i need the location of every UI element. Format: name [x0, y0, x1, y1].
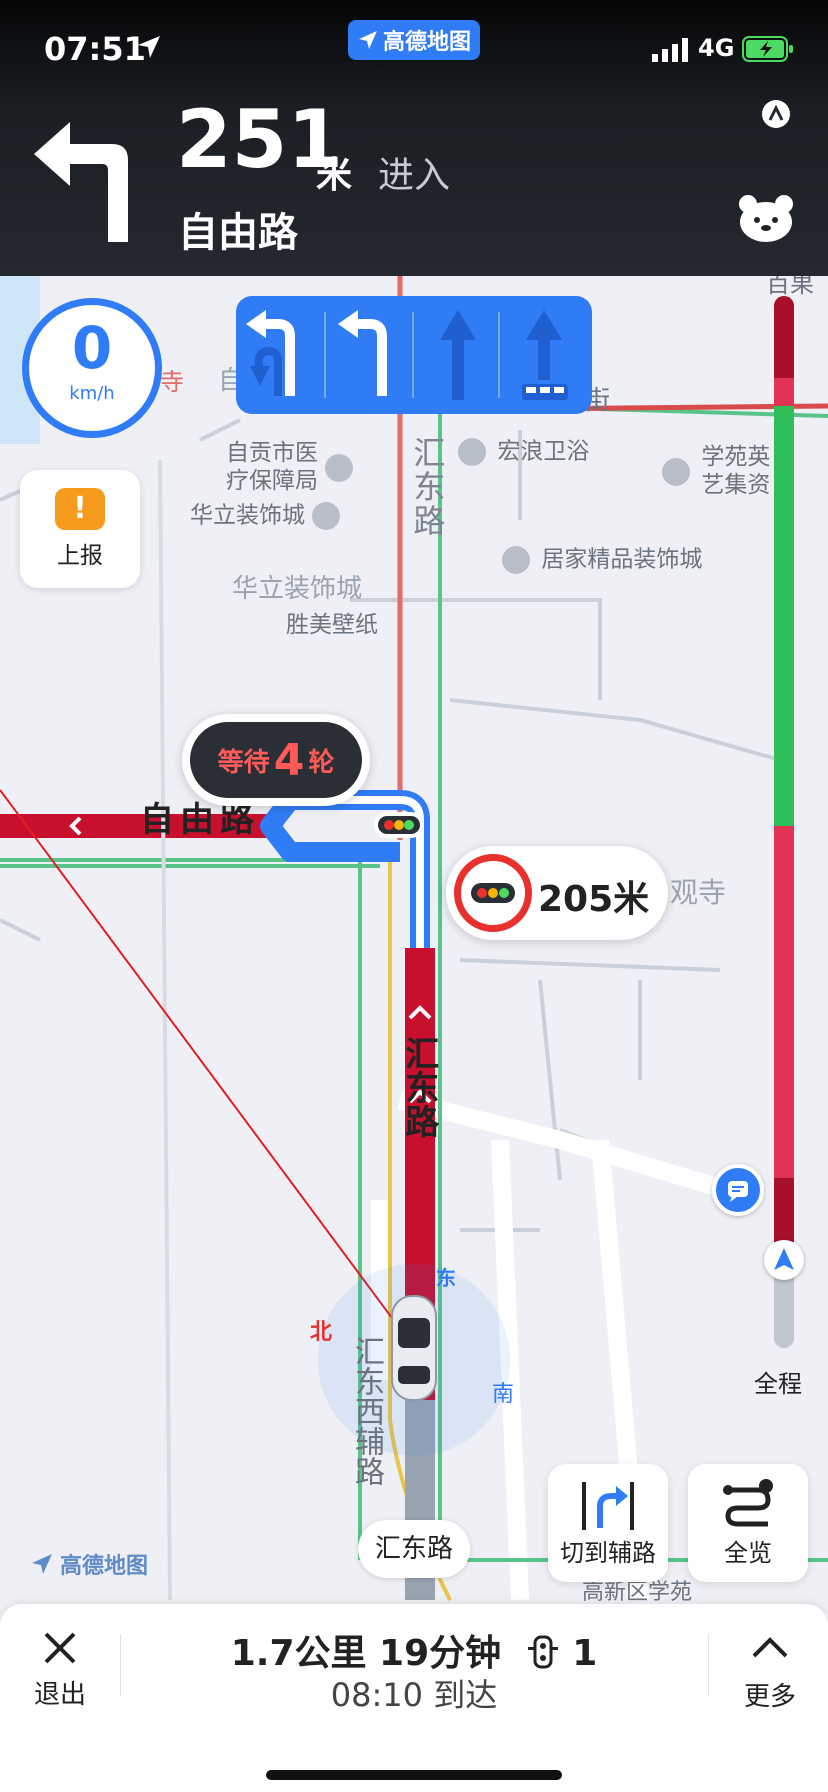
traffic-light-wait-bubble: 等待 4 轮	[182, 714, 370, 806]
trip-summary[interactable]: 1.7公里 19分钟 1	[180, 1624, 648, 1676]
speed-value: 0	[71, 314, 113, 382]
network-type: 4G	[698, 34, 735, 62]
overview-label: 全览	[724, 1539, 772, 1567]
map-poi-text: 自贡市医 疗保障局	[226, 440, 318, 494]
amap-watermark: 高德地图	[30, 1548, 148, 1580]
divider	[120, 1634, 121, 1696]
next-road-name: 自由路	[178, 210, 298, 256]
bottom-bar: 退出 1.7公里 19分钟 1 08:10 到达 更多	[0, 1604, 828, 1792]
compass-south: 南	[492, 1382, 515, 1407]
compass-east: 东	[436, 1266, 456, 1290]
map-poi-text: 观寺	[670, 876, 727, 909]
more-button[interactable]: 更多	[730, 1622, 810, 1712]
switch-road-icon	[582, 1482, 634, 1530]
road-label: 汇东路	[408, 436, 447, 538]
trip-distance-time: 1.7公里 19分钟	[230, 1633, 502, 1674]
speed-gauge: 0 km/h	[22, 298, 162, 438]
turn-action: 进入	[378, 155, 451, 196]
wait-prefix: 等待	[217, 747, 270, 778]
map-poi-label[interactable]: 学苑英 艺集资	[662, 444, 770, 499]
road-label: 汇东路	[398, 1036, 439, 1138]
amap-logo-icon	[358, 31, 377, 49]
wait-rounds: 4	[273, 734, 305, 786]
message-icon[interactable]	[712, 1164, 764, 1216]
poi-pin-icon	[502, 546, 530, 574]
poi-pin-icon	[458, 438, 486, 466]
lane-left-uturn-icon	[246, 310, 295, 396]
traffic-light-icon	[454, 854, 532, 932]
route-overview-icon	[723, 1479, 773, 1527]
battery-charging-icon	[742, 36, 793, 62]
lane-guidance	[236, 296, 592, 414]
status-time: 07:51	[44, 30, 146, 68]
road-label: 自由路	[140, 800, 260, 840]
map-poi-label[interactable]: 自贡市医 疗保障局	[226, 440, 357, 495]
map-poi-text: 华立装饰城	[190, 502, 305, 529]
speed-unit: km/h	[69, 383, 115, 404]
map-poi-text: 高新区学苑	[582, 1580, 693, 1604]
map-poi-text: 居家精品装饰城	[541, 546, 703, 573]
traffic-light-distance: 205米	[538, 879, 650, 920]
navigation-header: 07:51 高德地图 4G 251 米 进入 自由路	[0, 0, 828, 276]
cellular-signal-icon	[652, 38, 688, 62]
app-badge[interactable]: 高德地图	[348, 20, 480, 60]
avatar-bear-icon[interactable]	[738, 194, 794, 242]
lane-left-icon	[338, 310, 387, 396]
overview-button[interactable]: 全览	[688, 1464, 808, 1582]
more-label: 更多	[743, 1682, 796, 1712]
map-poi-label[interactable]: 宏浪卫浴	[458, 438, 589, 466]
lane-bus-straight-icon	[522, 310, 568, 400]
report-label: 上报	[57, 543, 103, 569]
turn-distance-unit: 米	[316, 155, 353, 196]
switch-road-label: 切到辅路	[560, 1539, 656, 1567]
route-progress-bar	[774, 296, 794, 1348]
map-poi-text: 胜美壁纸	[286, 612, 378, 638]
compass-north: 北	[310, 1320, 333, 1345]
switch-to-side-road-button[interactable]: 切到辅路	[548, 1464, 668, 1582]
app-badge-label: 高德地图	[382, 30, 471, 55]
poi-pin-icon	[325, 453, 354, 482]
traffic-light-distance-bubble: 205米	[446, 846, 668, 940]
signal-broadcast-icon[interactable]	[760, 98, 792, 130]
wait-suffix: 轮	[308, 747, 335, 778]
home-indicator	[266, 1770, 562, 1780]
poi-pin-icon	[662, 457, 690, 486]
location-arrow-icon	[138, 36, 160, 58]
chevron-up-icon	[752, 1637, 788, 1658]
watermark-text: 高德地图	[60, 1554, 149, 1579]
divider	[708, 1634, 709, 1696]
poi-pin-icon	[312, 502, 341, 530]
map-poi-label[interactable]: 居家精品装饰城	[502, 546, 702, 574]
route-position-marker-icon	[764, 1240, 804, 1280]
lane-straight-icon	[440, 310, 476, 400]
exit-button[interactable]: 退出	[24, 1622, 96, 1710]
area-label: 华立装饰城	[232, 574, 363, 604]
map-poi-text: 宏浪卫浴	[497, 438, 590, 465]
traffic-light-marker-icon	[374, 812, 424, 838]
amap-logo-icon	[32, 1554, 52, 1574]
turn-left-arrow-icon	[34, 122, 128, 242]
map-poi-text: 寺	[160, 368, 184, 396]
map-poi-text: 学苑英 艺集资	[701, 444, 771, 498]
map-poi-label[interactable]: 华立装饰城	[190, 502, 344, 530]
current-road-label: 汇东路	[358, 1520, 470, 1578]
route-overview-label: 全程	[754, 1370, 802, 1398]
traffic-light-count: 1	[572, 1633, 598, 1674]
traffic-light-count-icon	[527, 1635, 558, 1669]
exit-label: 退出	[33, 1680, 86, 1710]
arrival-time: 08:10 到达	[330, 1676, 498, 1714]
report-button[interactable]: ! 上报	[20, 470, 140, 588]
close-icon	[44, 1632, 76, 1664]
exclamation-icon: !	[55, 488, 105, 530]
